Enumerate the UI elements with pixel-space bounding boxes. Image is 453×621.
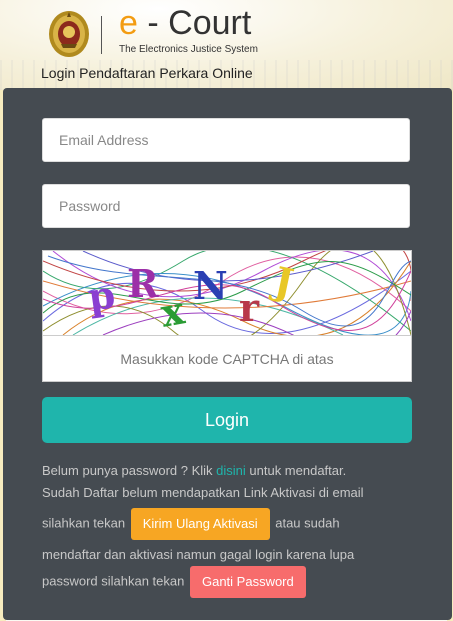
password-field[interactable] [42,184,410,228]
captcha-image: p R x N r J [42,250,412,336]
info-line3-before: silahkan tekan [42,515,129,531]
info-line3-after: atau sudah [271,515,340,531]
info-text: Belum punya password ? Klik disini untuk… [42,460,418,598]
brand-court: Court [168,4,252,42]
court-emblem-logo [48,8,90,58]
resend-activation-button[interactable]: Kirim Ulang Aktivasi [130,508,270,540]
header-divider [101,16,102,54]
reset-password-button[interactable]: Ganti Password [189,566,306,598]
page-title: Login Pendaftaran Perkara Online [41,65,253,81]
tagline: The Electronics Justice System [119,44,258,55]
info-line2: Sudah Daftar belum mendapatkan Link Akti… [42,485,364,500]
header: e - Court The Electronics Justice System… [0,0,453,90]
ecourt-logo-text: e - Court [119,6,251,40]
login-button[interactable]: Login [42,397,412,443]
brand-e: e [119,4,138,42]
info-line1-before: Belum punya password ? Klik [42,463,217,478]
svg-text:R: R [127,261,159,306]
info-line1-after: untuk mendaftar. [245,463,347,478]
svg-text:r: r [239,285,260,330]
captcha-input[interactable] [42,336,412,382]
info-line4: mendaftar dan aktivasi namun gagal login… [42,547,355,562]
email-field[interactable] [42,118,410,162]
register-link[interactable]: disini [216,463,246,478]
login-panel: p R x N r J Login Belum punya password ?… [3,88,452,620]
info-line5-before: password silahkan tekan [42,573,188,589]
svg-text:N: N [193,263,228,308]
brand-dash: - [137,4,169,42]
